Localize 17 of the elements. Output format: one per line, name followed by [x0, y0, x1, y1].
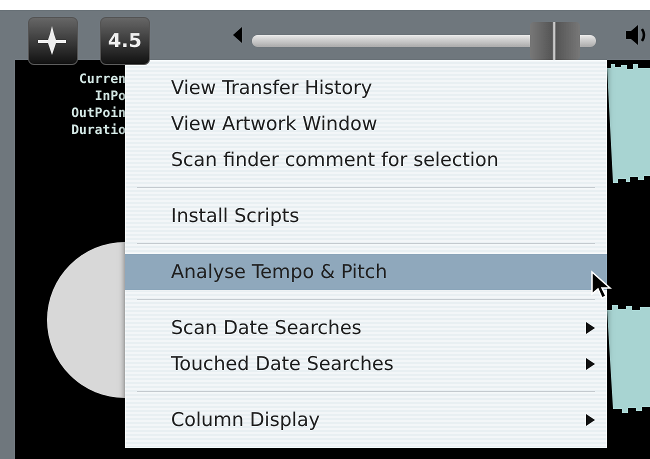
info-label: InPo — [94, 89, 126, 104]
menu-item[interactable]: Touched Date Searches — [125, 346, 607, 382]
menu-item[interactable]: Scan finder comment for selection — [125, 142, 607, 178]
menu-item[interactable]: View Transfer History — [125, 70, 607, 106]
menu-item[interactable]: Install Scripts — [125, 198, 607, 234]
waveform-button[interactable] — [28, 17, 78, 65]
menu-item[interactable]: View Artwork Window — [125, 106, 607, 142]
menu-item[interactable]: Analyse Tempo & Pitch — [125, 254, 607, 290]
slider-thumb[interactable] — [530, 22, 580, 60]
menu-item[interactable]: Column Display — [125, 402, 607, 438]
info-label: Duratio — [71, 123, 126, 138]
info-label: Curren — [79, 72, 126, 87]
pointer-icon — [590, 270, 612, 300]
volume-slider[interactable] — [252, 22, 596, 60]
info-label: OutPoin — [71, 106, 126, 121]
version-button[interactable]: 4.5 — [100, 17, 150, 65]
menu-item[interactable]: Scan Date Searches — [125, 310, 607, 346]
